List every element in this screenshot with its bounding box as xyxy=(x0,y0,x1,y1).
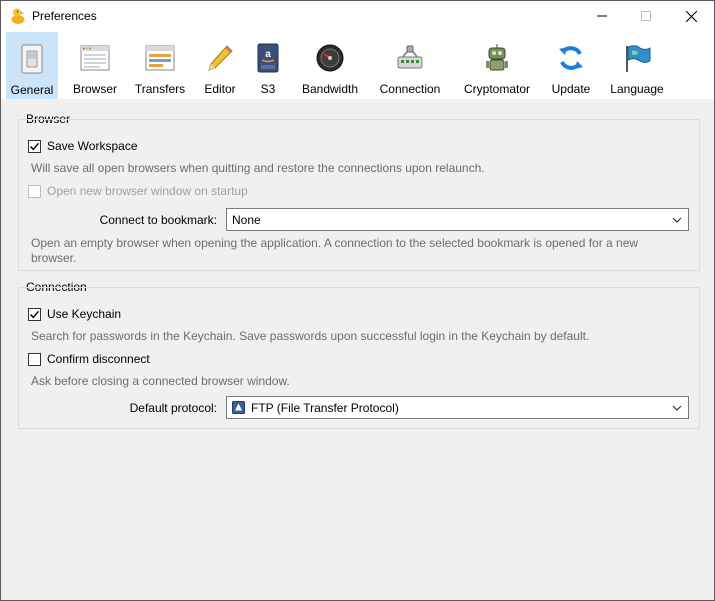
save-workspace-label: Save Workspace xyxy=(47,139,138,153)
general-icon xyxy=(16,43,48,75)
use-keychain-label: Use Keychain xyxy=(47,307,122,321)
preferences-toolbar: General Browser Transfers Editor a S3 Ba… xyxy=(1,31,714,99)
robot-icon xyxy=(481,42,513,74)
default-protocol-select[interactable]: FTP (File Transfer Protocol) xyxy=(226,396,689,419)
minimize-button[interactable] xyxy=(579,1,625,31)
save-workspace-checkbox[interactable]: Save Workspace xyxy=(28,139,138,153)
maximize-button[interactable] xyxy=(623,1,669,31)
tab-editor[interactable]: Editor xyxy=(199,32,241,99)
general-pane: Browser Save Workspace Will save all ope… xyxy=(1,99,714,600)
network-icon xyxy=(394,42,426,74)
save-workspace-description: Will save all open browsers when quittin… xyxy=(31,161,485,175)
ftp-protocol-icon xyxy=(232,401,245,414)
tab-browser[interactable]: Browser xyxy=(69,32,121,99)
checkbox-box[interactable] xyxy=(28,352,41,366)
close-button[interactable] xyxy=(668,1,714,31)
tab-cryptomator[interactable]: Cryptomator xyxy=(458,32,536,99)
title-bar: Preferences xyxy=(1,1,714,31)
checkbox-box[interactable] xyxy=(28,139,41,153)
tab-update[interactable]: Update xyxy=(547,32,595,99)
default-protocol-label: Default protocol: xyxy=(129,401,217,415)
use-keychain-checkbox[interactable]: Use Keychain xyxy=(28,307,121,321)
confirm-disconnect-checkbox[interactable]: Confirm disconnect xyxy=(28,352,150,366)
preferences-window: Preferences General Browser Transfers Ed… xyxy=(0,0,715,601)
tab-connection[interactable]: Connection xyxy=(375,32,445,99)
connect-bookmark-label: Connect to bookmark: xyxy=(99,213,217,227)
tab-language[interactable]: Language xyxy=(607,32,667,99)
speedometer-icon xyxy=(314,42,346,74)
use-keychain-description: Search for passwords in the Keychain. Sa… xyxy=(31,329,590,343)
tab-general[interactable]: General xyxy=(6,32,58,99)
browser-icon xyxy=(79,42,111,74)
window-title: Preferences xyxy=(32,9,97,23)
pencil-icon xyxy=(204,42,236,74)
chevron-down-icon xyxy=(672,214,682,228)
duck-app-icon xyxy=(10,7,26,25)
amazon-s3-icon: a xyxy=(252,42,284,74)
connect-bookmark-select[interactable]: None xyxy=(226,208,689,231)
chevron-down-icon xyxy=(672,402,682,416)
open-new-window-checkbox: Open new browser window on startup xyxy=(28,184,248,198)
tab-transfers[interactable]: Transfers xyxy=(132,32,188,99)
connect-bookmark-description: Open an empty browser when opening the a… xyxy=(31,236,639,265)
transfers-icon xyxy=(144,42,176,74)
tab-s3[interactable]: a S3 xyxy=(249,32,287,99)
checkbox-box[interactable] xyxy=(28,307,41,321)
tab-bandwidth[interactable]: Bandwidth xyxy=(297,32,363,99)
flag-icon xyxy=(621,42,653,74)
open-new-window-label: Open new browser window on startup xyxy=(47,184,248,198)
refresh-icon xyxy=(555,42,587,74)
checkbox-box xyxy=(28,184,41,198)
connect-bookmark-value: None xyxy=(232,212,261,227)
confirm-disconnect-label: Confirm disconnect xyxy=(47,352,150,366)
default-protocol-value: FTP (File Transfer Protocol) xyxy=(251,400,399,415)
svg-text:a: a xyxy=(265,49,271,60)
confirm-disconnect-description: Ask before closing a connected browser w… xyxy=(31,374,290,388)
